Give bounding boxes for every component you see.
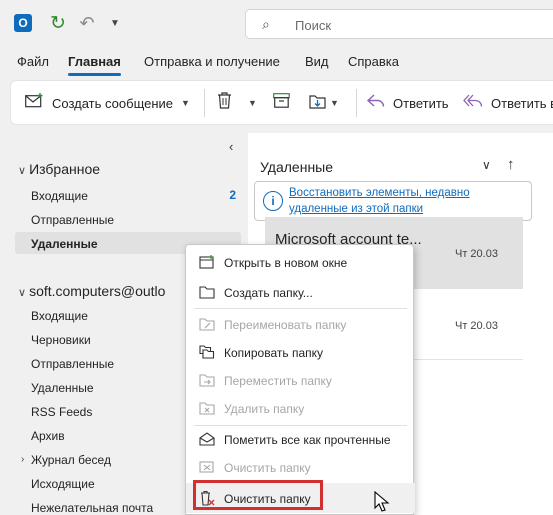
tab-view[interactable]: Вид [305,54,329,69]
move-to-folder-icon [309,93,326,114]
menu-divider [194,425,407,426]
tab-file[interactable]: Файл [17,54,49,69]
search-placeholder: Поиск [295,18,332,33]
menu-item-clean-folder[interactable]: Очистить папку [186,455,415,481]
sync-icon[interactable]: ↻ [47,12,69,34]
reply-icon [366,93,385,113]
menu-item-open-new-window[interactable]: Открыть в новом окне [186,250,415,276]
folder-deleted[interactable]: Удаленные [31,381,94,395]
new-folder-icon [199,285,215,299]
menu-item-move-folder[interactable]: Переместить папку [186,368,415,394]
menu-item-label: Пометить все как прочтенные [224,433,391,447]
reply-button[interactable]: Ответить [366,93,449,113]
archive-button[interactable] [273,93,298,113]
chevron-down-icon: ∨ [18,165,27,177]
menu-item-label: Переименовать папку [224,318,347,332]
clean-folder-icon [199,460,215,474]
ribbon-tabs: Файл Главная Отправка и получение Вид Сп… [0,54,553,76]
trash-icon [217,92,232,114]
folder-context-menu: Открыть в новом окне Создать папку... Пе… [185,244,415,515]
open-window-icon [199,255,215,269]
folder-drafts[interactable]: Черновики [31,333,91,347]
new-message-label: Создать сообщение [52,95,174,111]
menu-item-copy-folder[interactable]: Копировать папку [186,340,415,366]
chevron-right-icon[interactable]: › [21,454,24,465]
menu-item-delete-folder[interactable]: Удалить папку [186,396,415,422]
unread-count-badge: 2 [229,188,236,202]
info-icon: i [263,191,283,211]
reply-label: Ответить [393,95,449,111]
sort-arrow-icon[interactable]: ↑ [507,156,515,173]
chevron-down-icon[interactable]: ▼ [104,12,126,34]
folder-junk[interactable]: Нежелательная почта [31,501,153,515]
tab-help[interactable]: Справка [348,54,399,69]
reply-all-icon [463,94,483,113]
menu-item-label: Переместить папку [224,374,332,388]
message-date: Чт 20.03 [455,320,498,332]
menu-item-mark-all-read[interactable]: Пометить все как прочтенные [186,427,415,453]
menu-divider [194,308,407,309]
folder-conversation-history[interactable]: Журнал бесед [31,453,111,467]
account-header[interactable]: ∨ soft.computers@outlo [18,283,165,299]
ribbon-toolbar: Создать сообщение ▼ ▼ ▼ Ответить Ответит… [10,80,553,125]
mouse-cursor-icon [374,491,390,512]
menu-item-label: Создать папку... [224,286,313,300]
delete-folder-icon [199,401,215,415]
restore-link[interactable]: Восстановить элементы, недавно удаленные… [289,185,529,217]
divider [204,89,205,117]
new-mail-icon [25,93,44,113]
favorite-folder-deleted[interactable]: Удаленные [31,237,98,251]
menu-item-label: Очистить папку [224,461,311,475]
message-list-title: Удаленные [260,159,334,175]
chevron-down-icon[interactable]: ∨ [482,158,491,172]
chevron-down-icon: ∨ [18,287,27,299]
menu-item-rename-folder[interactable]: Переименовать папку [186,312,415,338]
folder-sent[interactable]: Отправленные [31,357,114,371]
reply-all-button[interactable]: Ответить в [463,93,553,113]
account-label: soft.computers@outlo [29,283,166,299]
outlook-icon: O [12,12,34,34]
menu-item-label: Открыть в новом окне [224,256,348,270]
favorites-header[interactable]: ∨ Избранное [18,161,100,177]
chevron-down-icon[interactable]: ▼ [181,98,190,108]
folder-rss[interactable]: RSS Feeds [31,405,92,419]
message-date: Чт 20.03 [455,248,498,260]
rename-folder-icon [199,317,215,331]
title-bar: O ↻ ↶ ▼ ⌕ Поиск [0,0,553,48]
move-button[interactable]: ▼ [309,93,339,113]
reply-all-label: Ответить в [491,95,553,111]
folder-outbox[interactable]: Исходящие [31,477,95,491]
search-icon: ⌕ [262,16,270,32]
divider [356,89,357,117]
delete-button[interactable]: ▼ [217,92,257,114]
mark-read-icon [199,432,215,446]
folder-archive[interactable]: Архив [31,429,65,443]
chevron-down-icon[interactable]: ▼ [248,98,257,108]
menu-item-label: Копировать папку [224,346,323,360]
tab-home[interactable]: Главная [68,54,121,76]
highlight-box [193,480,323,510]
restore-banner: i Восстановить элементы, недавно удаленн… [254,181,532,221]
chevron-left-icon[interactable]: ‹ [229,139,233,154]
tab-send-receive[interactable]: Отправка и получение [144,54,280,69]
move-folder-icon [199,373,215,387]
favorite-folder-sent[interactable]: Отправленные [31,213,114,227]
chevron-down-icon[interactable]: ▼ [330,98,339,108]
menu-item-new-folder[interactable]: Создать папку... [186,280,415,306]
new-message-button[interactable]: Создать сообщение ▼ [25,93,190,113]
menu-item-label: Удалить папку [224,402,305,416]
favorites-label: Избранное [29,161,101,177]
favorite-folder-inbox[interactable]: Входящие [31,189,88,203]
undo-icon[interactable]: ↶ [76,12,98,34]
folder-inbox[interactable]: Входящие [31,309,88,323]
copy-folder-icon [199,345,215,359]
archive-icon [273,93,290,113]
search-input[interactable]: ⌕ Поиск [245,9,553,39]
